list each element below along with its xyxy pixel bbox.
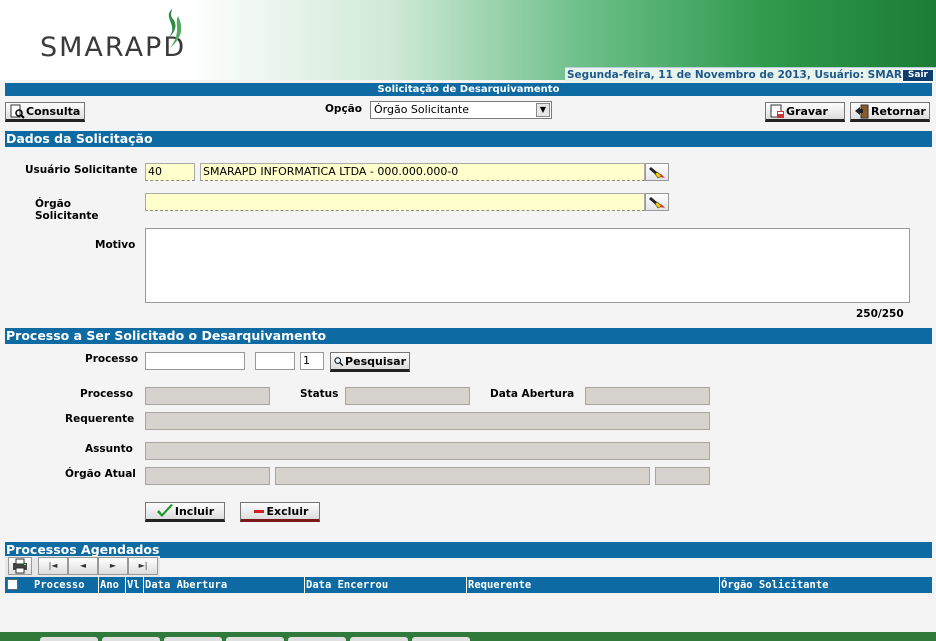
processo-number-input[interactable] (145, 352, 245, 370)
excluir-label: Excluir (266, 504, 309, 518)
document-search-icon (10, 104, 25, 119)
opcao-selected-value: Órgão Solicitante (374, 103, 469, 116)
bottom-tab[interactable] (350, 637, 408, 641)
grid-next-button[interactable]: ► (98, 557, 128, 575)
assunto-field (145, 442, 710, 460)
usuario-code-field[interactable]: 40 (145, 163, 195, 181)
grid-print-button[interactable] (8, 557, 32, 575)
dados-section-title: Dados da Solicitação (5, 131, 932, 147)
gravar-label: Gravar (786, 104, 828, 118)
gravar-button[interactable]: Gravar (765, 102, 845, 122)
processo-label: Processo (85, 353, 139, 365)
requerente-label: Requerente (65, 413, 135, 425)
excluir-button[interactable]: Excluir (240, 502, 320, 522)
consulta-label: Consulta (26, 104, 81, 118)
processo-section-title: Processo a Ser Solicitado o Desarquivame… (5, 328, 932, 344)
exit-door-icon (855, 104, 869, 118)
grid-header: Processo Ano Vl Data Abertura Data Encer… (5, 577, 932, 593)
incluir-button[interactable]: Incluir (145, 502, 225, 522)
col-ano[interactable]: Ano (98, 577, 126, 593)
processo-info-field (145, 387, 270, 405)
date-user-line: Segunda-feira, 11 de Novembro de 2013, U… (565, 67, 936, 83)
chevron-down-icon[interactable]: ▼ (536, 103, 550, 117)
processo-seq-input[interactable]: 1 (300, 352, 324, 370)
bottom-tab[interactable] (102, 637, 160, 641)
magnifier-icon (334, 356, 344, 366)
printer-icon (13, 558, 27, 574)
col-processo[interactable]: Processo (33, 577, 98, 593)
requerente-field (145, 412, 710, 430)
processo-info-label: Processo (80, 388, 134, 400)
motivo-char-counter: 250/250 (856, 308, 904, 320)
assunto-label: Assunto (85, 443, 133, 455)
motivo-label: Motivo (95, 239, 136, 251)
pesquisar-label: Pesquisar (345, 354, 406, 368)
save-icon (770, 104, 784, 118)
bottom-tab[interactable] (40, 637, 98, 641)
grid-last-button[interactable]: ►| (128, 557, 158, 575)
retornar-button[interactable]: Retornar (850, 102, 930, 122)
col-vl[interactable]: Vl (125, 577, 144, 593)
retornar-label: Retornar (871, 104, 926, 118)
bottom-tab[interactable] (288, 637, 346, 641)
col-orgao-solicitante[interactable]: Órgão Solicitante (719, 577, 931, 593)
orgao-solicitante-field[interactable] (145, 193, 645, 211)
consulta-button[interactable]: Consulta (5, 102, 85, 122)
grid-first-button[interactable]: |◄ (38, 557, 68, 575)
data-abertura-field (585, 387, 710, 405)
logout-button[interactable]: Sair (901, 69, 934, 82)
pesquisar-button[interactable]: Pesquisar (330, 352, 410, 372)
bottom-tab[interactable] (412, 637, 470, 641)
checkmark-icon (156, 503, 173, 517)
date-user-text: Segunda-feira, 11 de Novembro de 2013, U… (567, 69, 902, 81)
orgao-label-line1: Órgão (35, 198, 71, 210)
col-data-encerrou[interactable]: Data Encerrou (304, 577, 467, 593)
col-data-abertura[interactable]: Data Abertura (143, 577, 305, 593)
orgao-label-line2: Solicitante (35, 210, 99, 222)
col-requerente[interactable]: Requerente (466, 577, 720, 593)
usuario-name-field[interactable]: SMARAPD INFORMATICA LTDA - 000.000.000-0 (200, 163, 645, 181)
leaf-logo-icon (168, 9, 182, 48)
opcao-select[interactable]: Órgão Solicitante ▼ (370, 101, 552, 119)
data-abertura-label: Data Abertura (490, 388, 575, 400)
orgao-lookup-button[interactable] (645, 193, 669, 211)
usuario-label: Usuário Solicitante (25, 164, 138, 176)
minus-icon (253, 509, 264, 513)
flashlight-search-icon (649, 197, 665, 209)
status-field (345, 387, 470, 405)
usuario-lookup-button[interactable] (645, 163, 669, 181)
flashlight-search-icon (649, 167, 665, 179)
select-all-checkbox[interactable] (7, 579, 18, 590)
page-title: Solicitação de Desarquivamento (5, 83, 932, 96)
processo-year-input[interactable] (255, 352, 295, 370)
status-label: Status (300, 388, 339, 400)
bottom-tab[interactable] (226, 637, 284, 641)
orgao-atual-code-field (145, 467, 270, 485)
incluir-label: Incluir (174, 504, 215, 518)
orgao-atual-extra-field (655, 467, 710, 485)
orgao-atual-label: Órgão Atual (65, 468, 136, 480)
grid-prev-button[interactable]: ◄ (68, 557, 98, 575)
opcao-label: Opção (325, 103, 362, 115)
orgao-label: Órgão Solicitante (35, 198, 99, 222)
motivo-textarea[interactable] (145, 228, 910, 303)
bottom-tab[interactable] (164, 637, 222, 641)
orgao-atual-name-field (275, 467, 650, 485)
